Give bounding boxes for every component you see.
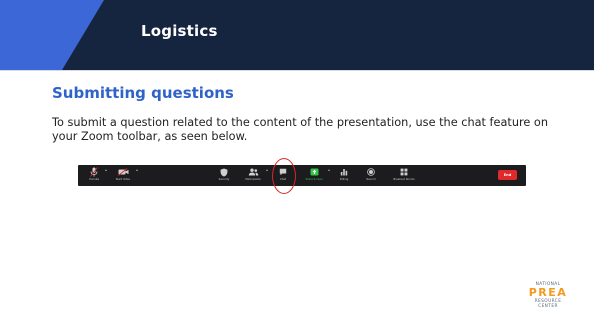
video-camera-icon <box>117 167 129 177</box>
share-screen-icon <box>310 167 319 177</box>
section-heading: Submitting questions <box>52 84 234 102</box>
chevron-up-icon[interactable] <box>136 169 138 171</box>
polling-button[interactable]: Polling <box>335 167 353 185</box>
participants-button[interactable]: Participants <box>240 167 266 185</box>
security-button[interactable]: Security <box>214 167 234 185</box>
chevron-up-icon[interactable] <box>328 169 330 171</box>
share-screen-button[interactable]: Share Screen <box>300 167 328 185</box>
end-meeting-button[interactable]: End <box>498 170 517 180</box>
breakout-rooms-button[interactable]: Breakout Rooms <box>388 167 420 185</box>
breakout-rooms-label: Breakout Rooms <box>393 178 415 181</box>
zoom-toolbar: Unmute Start Video Security Participants… <box>78 165 526 186</box>
breakout-rooms-icon <box>400 167 408 177</box>
people-icon <box>248 167 259 177</box>
slide: Logistics Submitting questions To submit… <box>0 0 594 336</box>
chevron-up-icon[interactable] <box>266 169 268 171</box>
record-label: Record <box>366 178 376 181</box>
chat-highlight-circle <box>272 158 296 194</box>
microphone-icon <box>90 167 98 177</box>
prea-logo: NATIONAL PREA RESOURCE CENTER <box>528 282 568 309</box>
instructions-text: To submit a question related to the cont… <box>52 116 549 143</box>
slide-title: Logistics <box>141 22 218 40</box>
security-label: Security <box>218 178 230 181</box>
record-button[interactable]: Record <box>362 167 380 185</box>
share-screen-label: Share Screen <box>305 178 323 181</box>
logo-prea: PREA <box>528 286 568 299</box>
shield-icon <box>220 167 228 177</box>
start-video-button[interactable]: Start Video <box>110 167 136 185</box>
start-video-label: Start Video <box>115 178 131 181</box>
record-icon <box>367 167 375 177</box>
logo-center: CENTER <box>538 304 558 309</box>
unmute-label: Unmute <box>88 178 100 181</box>
bar-chart-icon <box>340 167 348 177</box>
unmute-button[interactable]: Unmute <box>83 167 105 185</box>
polling-label: Polling <box>339 178 349 181</box>
chevron-up-icon[interactable] <box>105 169 107 171</box>
participants-label: Participants <box>245 178 261 181</box>
header-divider <box>0 70 594 71</box>
